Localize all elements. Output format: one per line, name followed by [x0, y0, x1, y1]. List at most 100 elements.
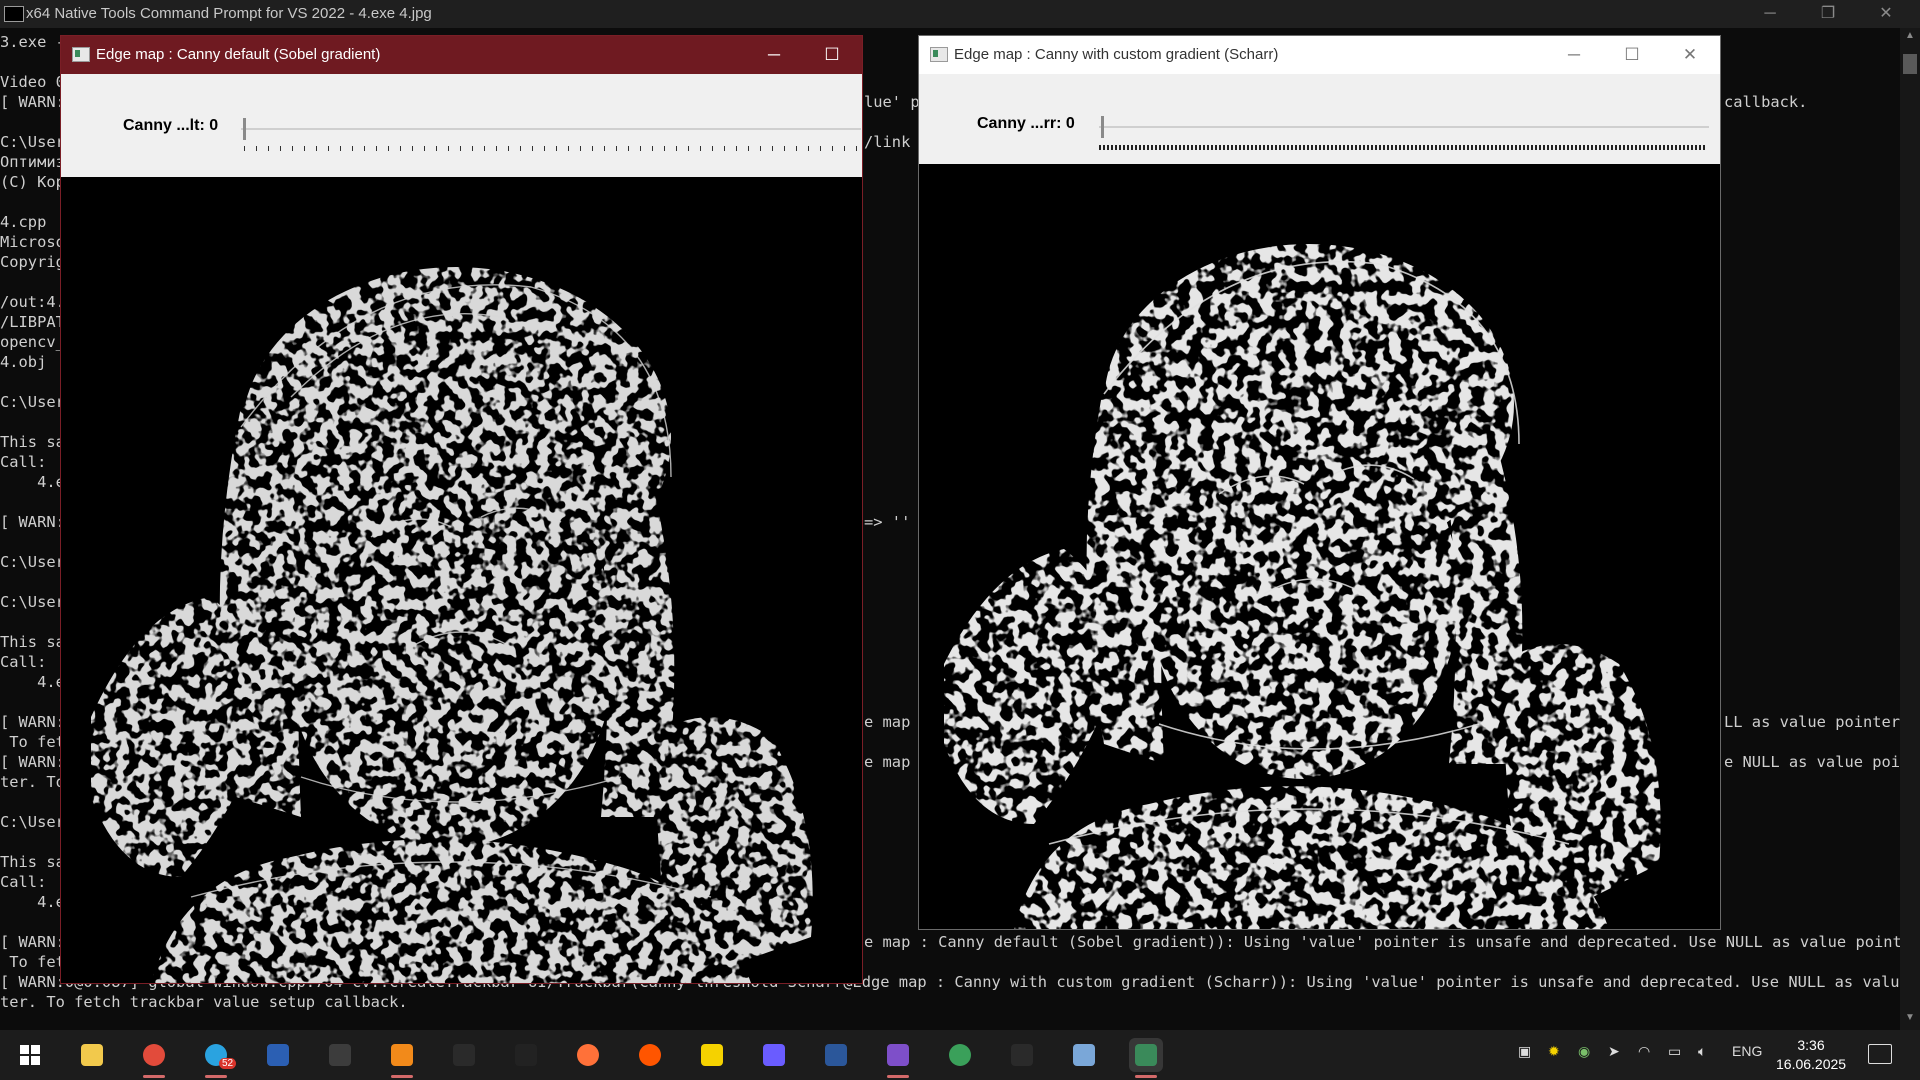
console-line-fragment: e NULL as value poin: [1724, 753, 1910, 771]
volume-icon[interactable]: 🔈︎: [1698, 1043, 1706, 1060]
scharr-trackbar-thumb[interactable]: [1101, 116, 1104, 138]
scharr-maximize-button[interactable]: ☐: [1609, 42, 1655, 68]
taskbar-chrome-canary-button[interactable]: [943, 1038, 977, 1072]
opencv-window-icon: [1135, 1044, 1157, 1066]
scharr-close-button[interactable]: ✕: [1667, 42, 1713, 68]
scharr-trackbar-panel: Canny ...rr: 0: [919, 74, 1720, 164]
console-line: [ WARN:: [0, 93, 65, 111]
sobel-window-title: Edge map : Canny default (Sobel gradient…: [96, 46, 381, 63]
notification-center-icon[interactable]: [1868, 1044, 1892, 1064]
sobel-trackbar-label: Canny ...lt: 0: [123, 117, 219, 134]
scrollbar-thumb[interactable]: [1903, 54, 1917, 74]
scharr-trackbar-track[interactable]: [1099, 126, 1709, 128]
scharr-minimize-button[interactable]: ─: [1551, 42, 1597, 68]
sun-tray-icon[interactable]: ✹: [1548, 1043, 1560, 1060]
console-line: ter. To: [0, 773, 65, 791]
taskbar-chrome-button[interactable]: [137, 1038, 171, 1078]
sobel-minimize-button[interactable]: ─: [751, 42, 797, 68]
file-explorer-icon: [81, 1044, 103, 1066]
taskbar-link-app-button[interactable]: [757, 1038, 791, 1072]
taskbar-soundcloud-button[interactable]: [633, 1038, 667, 1072]
running-indicator: [205, 1075, 227, 1078]
scroll-up-icon[interactable]: ▲: [1900, 30, 1920, 46]
sobel-maximize-button[interactable]: ☐: [809, 42, 855, 68]
taskbar-powershell-button[interactable]: [261, 1038, 295, 1072]
console-line-fragment: callback.: [1724, 93, 1808, 111]
console-line: opencv_: [0, 333, 65, 351]
opencv-window-icon: [72, 47, 90, 62]
console-line: This sa: [0, 633, 65, 651]
taskbar-opencv-window-button[interactable]: [1129, 1038, 1163, 1078]
opencv-window-icon: [930, 47, 948, 62]
clock-time: 3:36: [1797, 1037, 1825, 1053]
cmd-icon: [453, 1044, 475, 1066]
console-line-fragment: /link: [864, 133, 911, 151]
console-line: 3.exe -: [0, 33, 65, 51]
console-titlebar[interactable]: x64 Native Tools Command Prompt for VS 2…: [0, 0, 1920, 28]
taskbar-cmd-button[interactable]: [447, 1038, 481, 1072]
console-line: 4.e: [0, 473, 65, 491]
cloud-tray-icon[interactable]: ▣: [1518, 1043, 1531, 1060]
taskbar-photos-button[interactable]: [1067, 1038, 1101, 1072]
console-line-fragment: e map : Canny default (Sobel gradient)):…: [864, 933, 1920, 951]
taskbar-terminal-button[interactable]: [323, 1038, 357, 1072]
console-line-fragment: lue' p: [864, 93, 920, 111]
sobel-trackbar-thumb[interactable]: [243, 118, 246, 140]
taskbar-sublime-text-button[interactable]: [385, 1038, 419, 1078]
photos-icon: [1073, 1044, 1095, 1066]
console-line: /out:4.: [0, 293, 65, 311]
console-line: Microso: [0, 233, 65, 251]
taskbar-word-button[interactable]: [819, 1038, 853, 1072]
clock[interactable]: 3:36 16.06.2025: [1776, 1036, 1846, 1074]
cmd-2-icon: [1011, 1044, 1033, 1066]
console-line: Call:: [0, 453, 47, 471]
sun-app-icon: [701, 1044, 723, 1066]
running-indicator: [1135, 1075, 1157, 1078]
console-line: 4.cpp: [0, 213, 47, 231]
console-line: C:\User: [0, 553, 65, 571]
console-line: C:\User: [0, 813, 65, 831]
console-restore-button[interactable]: ❐: [1808, 2, 1848, 26]
sobel-trackbar-panel: Canny ...lt: 0: [61, 74, 862, 177]
battery-icon[interactable]: ▭: [1668, 1043, 1681, 1060]
console-close-button[interactable]: ✕: [1866, 2, 1906, 26]
sobel-trackbar-track[interactable]: [241, 128, 861, 130]
taskbar-sun-app-button[interactable]: [695, 1038, 729, 1072]
edge-map-scharr-window[interactable]: Edge map : Canny with custom gradient (S…: [918, 35, 1721, 930]
console-line: C:\User: [0, 133, 65, 151]
console-line-fragment: e map: [864, 713, 911, 731]
sublime-text-icon: [391, 1044, 413, 1066]
wifi-icon[interactable]: ◠: [1638, 1043, 1650, 1060]
taskbar-firefox-button[interactable]: [571, 1038, 605, 1072]
console-line: This sa: [0, 853, 65, 871]
taskbar-start-button[interactable]: [13, 1038, 47, 1072]
console-line: 4.obj: [0, 353, 47, 371]
console-line-fragment: => '': [864, 513, 911, 531]
console-scrollbar[interactable]: ▲ ▼: [1900, 28, 1920, 1030]
console-line: To fet: [0, 953, 65, 971]
console-line: (C) Кор: [0, 173, 65, 191]
firefox-icon: [577, 1044, 599, 1066]
taskbar-scrivener-button[interactable]: [509, 1038, 543, 1072]
scroll-down-icon[interactable]: ▼: [1900, 1012, 1920, 1028]
visual-studio-icon: [887, 1044, 909, 1066]
sobel-trackbar-ticks: [244, 146, 860, 151]
nvidia-tray-icon[interactable]: ◉: [1578, 1043, 1590, 1060]
console-minimize-button[interactable]: ─: [1750, 2, 1790, 26]
taskbar-telegram-button[interactable]: 52: [199, 1038, 237, 1078]
console-line: This sa: [0, 433, 65, 451]
telegram-tray-icon[interactable]: ➤: [1608, 1043, 1620, 1060]
sobel-edge-image: [61, 177, 862, 983]
console-icon: [4, 6, 24, 22]
scharr-titlebar[interactable]: Edge map : Canny with custom gradient (S…: [919, 36, 1720, 74]
taskbar-visual-studio-button[interactable]: [881, 1038, 915, 1078]
console-line: Оптимиз: [0, 153, 65, 171]
clock-date: 16.06.2025: [1776, 1056, 1847, 1072]
taskbar-file-explorer-button[interactable]: [75, 1038, 109, 1072]
taskbar-cmd-2-button[interactable]: [1005, 1038, 1039, 1072]
edge-map-sobel-window[interactable]: Edge map : Canny default (Sobel gradient…: [60, 35, 863, 984]
language-indicator[interactable]: ENG: [1732, 1043, 1762, 1059]
sobel-titlebar[interactable]: Edge map : Canny default (Sobel gradient…: [61, 36, 862, 74]
scharr-edge-image: [919, 164, 1720, 929]
console-line: 4.e: [0, 673, 65, 691]
